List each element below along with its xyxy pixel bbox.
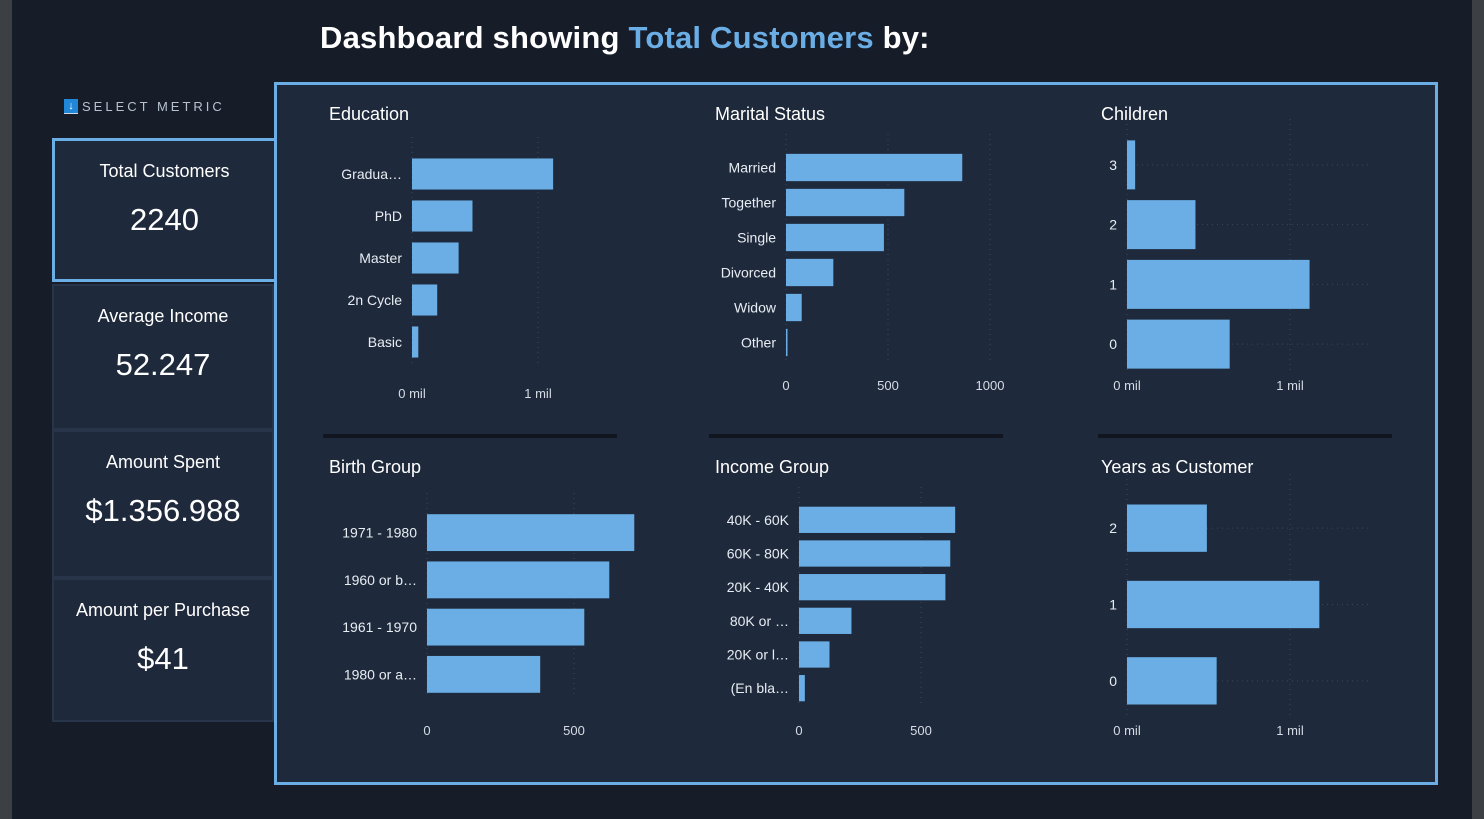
category-label: 60K - 80K xyxy=(727,546,790,562)
category-label: 1 xyxy=(1109,597,1117,613)
bar xyxy=(799,574,946,601)
x-tick-label: 0 xyxy=(795,723,802,738)
category-label: PhD xyxy=(375,208,402,224)
category-label: 2 xyxy=(1109,217,1117,233)
chart-education: 0 mil 1 mil Gradua… PhD Master 2n Cycle Basic 0… xyxy=(341,119,1370,738)
category-label: 0 xyxy=(1109,336,1117,352)
bar xyxy=(427,608,585,646)
category-label: Married xyxy=(729,160,776,176)
bar xyxy=(1127,504,1207,552)
category-label: Together xyxy=(722,195,777,211)
bar xyxy=(786,293,802,322)
bar xyxy=(799,607,852,634)
x-tick-label: 0 mil xyxy=(1113,723,1141,738)
bar xyxy=(799,641,830,668)
bar xyxy=(1127,200,1196,250)
bar xyxy=(427,514,635,552)
bar xyxy=(427,655,541,693)
category-label: Master xyxy=(359,250,402,266)
x-tick-label: 1 mil xyxy=(1276,378,1304,393)
category-label: (En bla… xyxy=(731,680,789,696)
category-label: 20K or l… xyxy=(727,647,789,663)
bar xyxy=(1127,319,1230,369)
bar xyxy=(412,200,473,232)
x-tick-label: 0 xyxy=(423,723,430,738)
category-label: 1980 or a… xyxy=(344,666,417,682)
category-label: 40K - 60K xyxy=(727,512,790,528)
x-tick-label: 0 mil xyxy=(1113,378,1141,393)
category-label: Other xyxy=(741,335,776,351)
category-label: 1960 or b… xyxy=(344,572,417,588)
bar xyxy=(799,675,805,702)
category-label: Widow xyxy=(734,300,777,316)
bar xyxy=(786,328,788,357)
bar xyxy=(786,258,834,287)
x-tick-label: 500 xyxy=(910,723,932,738)
x-tick-label: 1000 xyxy=(976,378,1005,393)
category-label: Gradua… xyxy=(341,166,402,182)
bar xyxy=(412,284,438,316)
category-label: 0 xyxy=(1109,673,1117,689)
category-label: 1961 - 1970 xyxy=(342,619,417,635)
bar xyxy=(786,153,963,182)
category-label: Basic xyxy=(368,334,402,350)
x-tick-label: 500 xyxy=(877,378,899,393)
bar xyxy=(786,223,884,252)
bar xyxy=(1127,140,1136,190)
category-label: Single xyxy=(737,230,776,246)
bar xyxy=(427,561,610,599)
category-label: 20K - 40K xyxy=(727,579,790,595)
bar xyxy=(412,242,459,274)
bar xyxy=(799,540,951,567)
x-tick-label: 1 mil xyxy=(1276,723,1304,738)
category-label: 2n Cycle xyxy=(348,292,403,308)
category-label: 1 xyxy=(1109,276,1117,292)
bar xyxy=(799,506,956,533)
category-label: 2 xyxy=(1109,520,1117,536)
category-label: 1971 - 1980 xyxy=(342,525,417,541)
category-label: 80K or … xyxy=(730,613,789,629)
bar xyxy=(1127,580,1320,629)
bar xyxy=(412,326,419,358)
category-label: Divorced xyxy=(721,265,776,281)
bar xyxy=(1127,259,1310,309)
bar xyxy=(412,158,554,190)
category-label: 3 xyxy=(1109,157,1117,173)
x-tick-label: 1 mil xyxy=(524,386,552,401)
x-tick-label: 500 xyxy=(563,723,585,738)
x-tick-label: 0 xyxy=(782,378,789,393)
bar xyxy=(786,188,905,217)
x-tick-label: 0 mil xyxy=(398,386,426,401)
bar xyxy=(1127,657,1217,705)
